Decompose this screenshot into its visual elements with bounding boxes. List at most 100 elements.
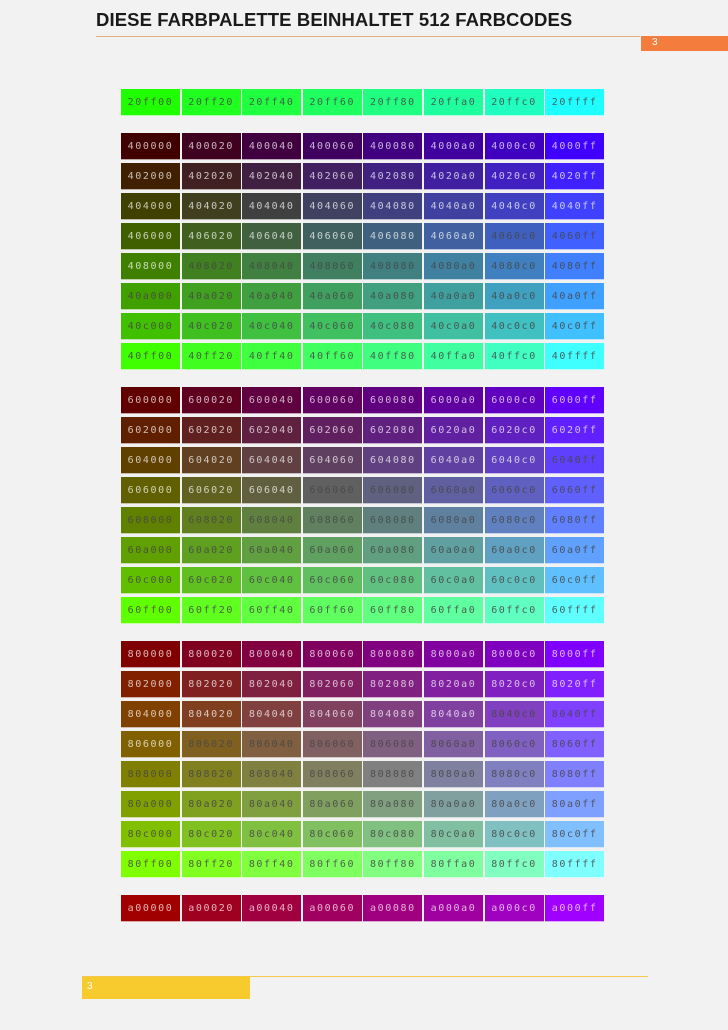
color-swatch: 6060ff — [545, 477, 605, 504]
color-swatch: 400000 — [121, 133, 180, 160]
color-swatch: 60ff20 — [181, 597, 241, 624]
palette-row: 808000 808020 808040 808060 808080 8080a0 8080… — [121, 761, 606, 791]
palette-row: 406000 406020 406040 406060 406080 4060a0 4060… — [121, 223, 606, 253]
color-swatch: 80ff40 — [242, 851, 302, 878]
color-swatch: 800020 — [181, 641, 241, 668]
color-swatch: 402000 — [121, 163, 180, 190]
color-swatch: 40c080 — [363, 313, 423, 340]
color-swatch: 60a080 — [363, 537, 423, 564]
palette-row: 40c000 40c020 40c040 40c060 40c080 40c0a0 40c0… — [121, 313, 606, 343]
color-swatch: 80a000 — [121, 791, 180, 818]
color-swatch: 804060 — [302, 701, 362, 728]
palette-row: 608000 608020 608040 608060 608080 6080a0 6080… — [121, 507, 606, 537]
color-swatch: 20ffff — [545, 89, 605, 116]
color-swatch: 40ff80 — [363, 343, 423, 370]
color-swatch: 80a0a0 — [423, 791, 483, 818]
color-swatch: 404020 — [181, 193, 241, 220]
color-swatch: 6040a0 — [423, 447, 483, 474]
color-swatch: 20ff20 — [181, 89, 241, 116]
color-swatch: 8040a0 — [423, 701, 483, 728]
color-swatch: 4040c0 — [484, 193, 544, 220]
color-swatch: 806020 — [181, 731, 241, 758]
color-swatch: 8080a0 — [423, 761, 483, 788]
color-swatch: 8000c0 — [484, 641, 544, 668]
color-swatch: 6040ff — [545, 447, 605, 474]
color-swatch: 8060ff — [545, 731, 605, 758]
color-swatch: 80c0c0 — [484, 821, 544, 848]
palette-row: 60ff00 60ff20 60ff40 60ff60 60ff80 60ffa0 60ff… — [121, 597, 606, 627]
color-swatch: 4060c0 — [484, 223, 544, 250]
color-swatch: 804000 — [121, 701, 180, 728]
color-swatch: 8040ff — [545, 701, 605, 728]
color-swatch: 80ffa0 — [423, 851, 483, 878]
color-swatch: 20ffc0 — [484, 89, 544, 116]
color-swatch: 80ffc0 — [484, 851, 544, 878]
color-swatch: a000a0 — [423, 895, 483, 922]
color-swatch: 80c040 — [242, 821, 302, 848]
color-swatch: 80a060 — [302, 791, 362, 818]
palette-row: 408000 408020 408040 408060 408080 4080a0 4080… — [121, 253, 606, 283]
color-swatch: a00040 — [242, 895, 302, 922]
color-swatch: 40c0a0 — [423, 313, 483, 340]
color-swatch: 802000 — [121, 671, 180, 698]
color-swatch: 80ff60 — [302, 851, 362, 878]
color-swatch: 40c0c0 — [484, 313, 544, 340]
color-swatch: 6080ff — [545, 507, 605, 534]
color-swatch: 4020c0 — [484, 163, 544, 190]
color-swatch: 408040 — [242, 253, 302, 280]
color-swatch: 408080 — [363, 253, 423, 280]
color-swatch: 40a0c0 — [484, 283, 544, 310]
color-swatch: 600040 — [242, 387, 302, 414]
color-swatch: 40c000 — [121, 313, 180, 340]
color-swatch: 408060 — [302, 253, 362, 280]
color-swatch: 602020 — [181, 417, 241, 444]
color-swatch: 60c0a0 — [423, 567, 483, 594]
palette-row: 600000 600020 600040 600060 600080 6000a0 6000… — [121, 387, 606, 417]
color-swatch: 602000 — [121, 417, 180, 444]
palette-row: 806000 806020 806040 806060 806080 8060a0 8060… — [121, 731, 606, 761]
color-swatch: 8060c0 — [484, 731, 544, 758]
palette-row: 800000 800020 800040 800060 800080 8000a0 8000… — [121, 641, 606, 671]
color-swatch: 80a080 — [363, 791, 423, 818]
color-swatch: a00060 — [302, 895, 362, 922]
color-swatch: 20ff00 — [121, 89, 180, 116]
header-page-number: 3 — [652, 37, 658, 48]
color-swatch: 60a0c0 — [484, 537, 544, 564]
color-swatch: 4020a0 — [423, 163, 483, 190]
color-swatch: 80c080 — [363, 821, 423, 848]
color-swatch: 20ff80 — [363, 89, 423, 116]
header-page-badge: 3 — [641, 36, 728, 51]
color-swatch: 4080a0 — [423, 253, 483, 280]
palette-row: 804000 804020 804040 804060 804080 8040a0 8040… — [121, 701, 606, 731]
color-swatch: 608000 — [121, 507, 180, 534]
color-swatch: 60ffc0 — [484, 597, 544, 624]
color-swatch: 60a0ff — [545, 537, 605, 564]
color-swatch: 4000ff — [545, 133, 605, 160]
color-swatch: 8040c0 — [484, 701, 544, 728]
color-swatch: 404040 — [242, 193, 302, 220]
color-swatch: 606040 — [242, 477, 302, 504]
color-swatch: 400060 — [302, 133, 362, 160]
palette-row: 400000 400020 400040 400060 400080 4000a0 4000… — [121, 133, 606, 163]
color-swatch: 808020 — [181, 761, 241, 788]
color-swatch: 604020 — [181, 447, 241, 474]
color-swatch: 40a0a0 — [423, 283, 483, 310]
color-swatch: 60a0a0 — [423, 537, 483, 564]
color-swatch: a000c0 — [484, 895, 544, 922]
color-swatch: 40ffc0 — [484, 343, 544, 370]
color-swatch: 604040 — [242, 447, 302, 474]
color-swatch: 6080a0 — [423, 507, 483, 534]
color-swatch: 4020ff — [545, 163, 605, 190]
color-swatch: 802060 — [302, 671, 362, 698]
color-swatch: 60c020 — [181, 567, 241, 594]
color-swatch: 602040 — [242, 417, 302, 444]
color-swatch: 604080 — [363, 447, 423, 474]
color-swatch: 20ffa0 — [423, 89, 483, 116]
color-swatch: 808060 — [302, 761, 362, 788]
color-swatch: 8000a0 — [423, 641, 483, 668]
color-swatch: 20ff40 — [242, 89, 302, 116]
color-swatch: 606020 — [181, 477, 241, 504]
color-swatch: 6020c0 — [484, 417, 544, 444]
color-swatch: 606060 — [302, 477, 362, 504]
